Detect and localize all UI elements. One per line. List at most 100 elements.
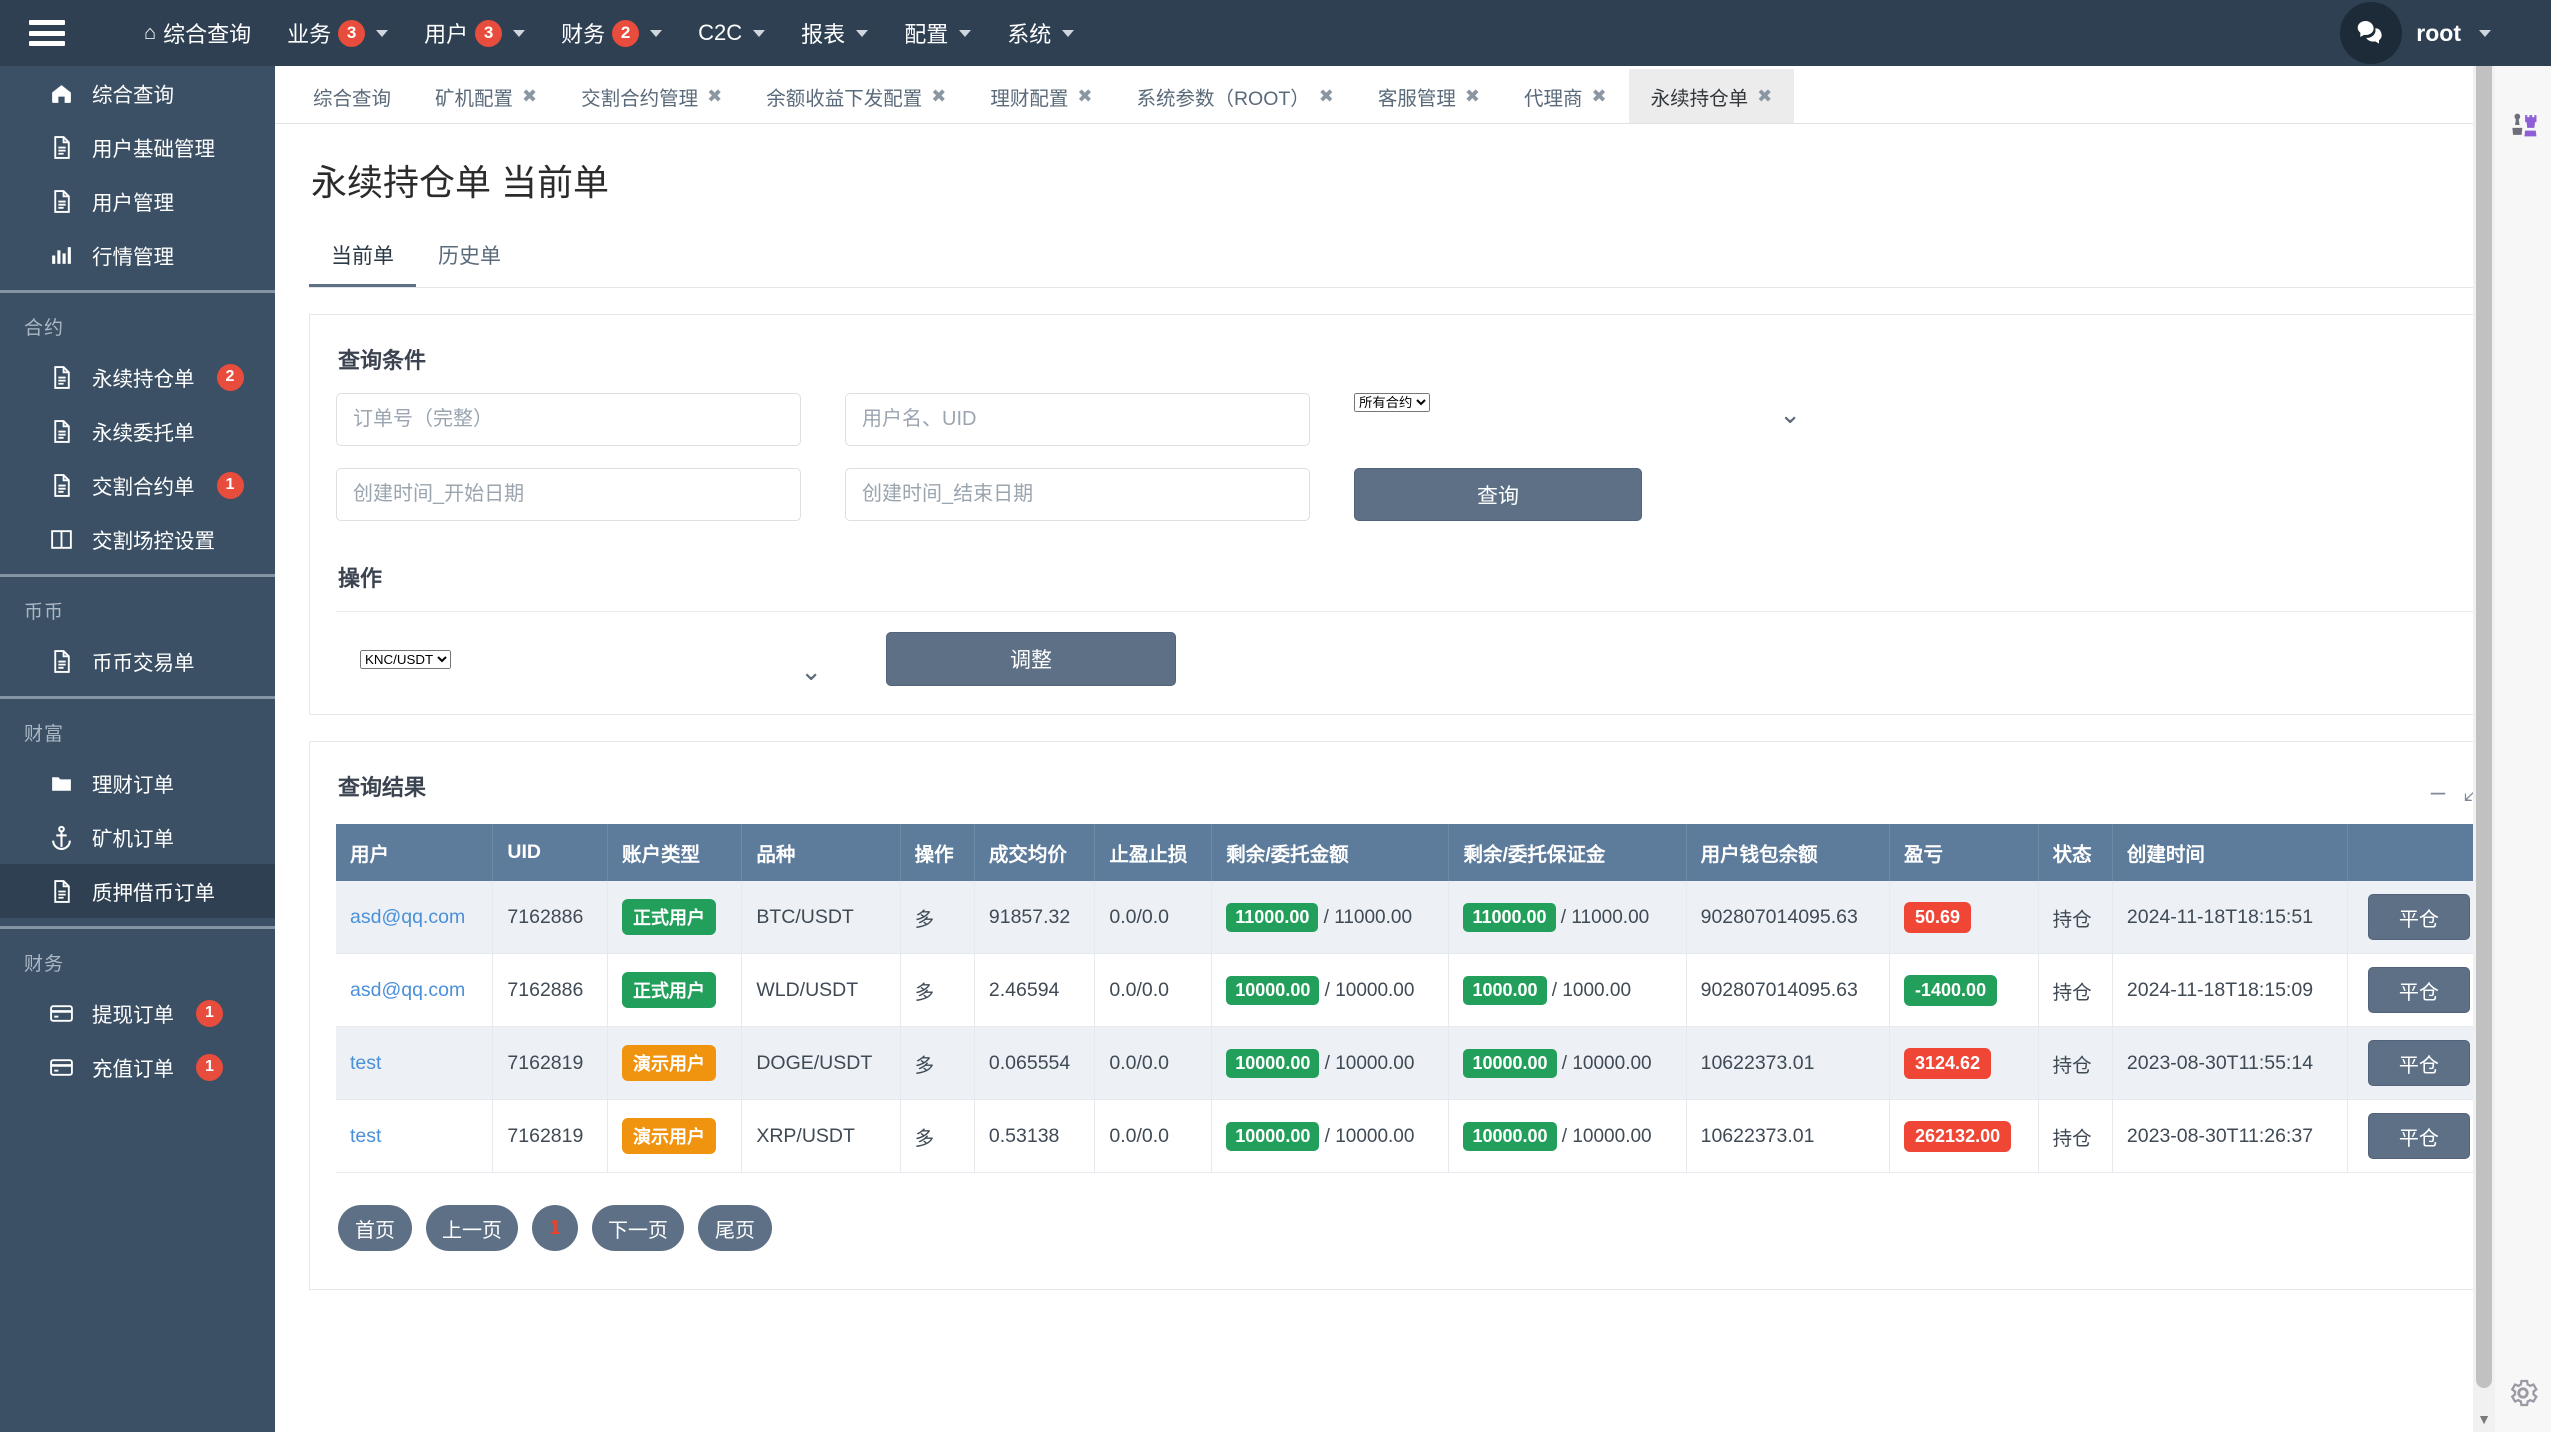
home-icon [48,79,74,107]
subtab-history-orders[interactable]: 历史单 [416,240,523,287]
user-input[interactable] [845,393,1310,446]
close-position-button[interactable]: 平仓 [2367,1113,2470,1159]
close-icon[interactable]: ✖ [522,86,537,107]
nav-item-system[interactable]: 系统 [989,0,1092,66]
col-action [2347,824,2490,881]
close-icon[interactable]: ✖ [1319,86,1334,107]
nav-item-configuration[interactable]: 配置 [886,0,989,66]
col-amount: 剩余/委托金额 [1211,824,1450,881]
tab-perpetual-positions[interactable]: 永续持仓单 ✖ [1628,69,1795,123]
nav-item-finance[interactable]: 财务 2 [543,0,680,66]
adjust-button[interactable]: 调整 [886,632,1176,686]
sidebar-item-withdraw-orders[interactable]: 提现订单 1 [0,986,275,1040]
sidebar-group-general: 综合查询 用户基础管理 用户管理 行情管理 [0,66,275,293]
chevron-down-icon [753,29,766,37]
user-link[interactable]: asd@qq.com [350,979,465,1001]
close-icon[interactable]: ✖ [931,86,946,107]
vertical-scrollbar[interactable]: ▲ ▼ [2473,0,2495,1432]
gear-icon[interactable] [2506,1376,2540,1410]
user-link[interactable]: test [350,1052,381,1074]
close-icon[interactable]: ✖ [1592,86,1607,107]
nav-label: 配置 [904,22,949,47]
sidebar-item-user-management[interactable]: 用户管理 [0,174,275,228]
sidebar-item-label: 矿机订单 [92,828,174,851]
start-date-input[interactable] [336,468,801,521]
tab-system-parameters-root[interactable]: 系统参数（ROOT） ✖ [1114,69,1355,123]
pagination-current-page[interactable]: 1 [532,1205,578,1251]
nav-item-reports[interactable]: 报表 [783,0,886,66]
sidebar-item-perpetual-positions[interactable]: 永续持仓单 2 [0,350,275,404]
col-user: 用户 [336,824,494,881]
symbol-select[interactable]: KNC/USDT [360,649,451,669]
sidebar-item-perpetual-orders[interactable]: 永续委托单 [0,404,275,458]
close-icon[interactable]: ✖ [707,86,722,107]
sidebar-item-delivery-control-settings[interactable]: 交割场控设置 [0,512,275,566]
sidebar-item-user-base-management[interactable]: 用户基础管理 [0,120,275,174]
tab-agent[interactable]: 代理商 ✖ [1502,69,1629,123]
sidebar-item-wealth-orders[interactable]: 理财订单 [0,756,275,810]
direction-cell: 多 [900,1026,975,1100]
end-date-input[interactable] [845,468,1310,521]
user-link[interactable]: asd@qq.com [350,906,465,928]
sidebar-group-title: 财富 [24,724,65,745]
close-position-button[interactable]: 平仓 [2367,894,2470,940]
uid-cell: 7162819 [492,1099,608,1173]
tab-balance-income-distribution-config[interactable]: 余额收益下发配置 ✖ [744,69,968,123]
tab-wealth-config[interactable]: 理财配置 ✖ [968,69,1114,123]
nav-item-business[interactable]: 业务 3 [269,0,406,66]
nav-label: 综合查询 [163,22,252,47]
search-button[interactable]: 查询 [1354,468,1642,521]
contract-select[interactable]: 所有合约 [1354,393,1430,412]
top-nav-items: ⌂ 综合查询 业务 3 用户 3 财务 2 C2C 报表 配置 系统 [94,0,1092,66]
nav-item-comprehensive-query[interactable]: ⌂ 综合查询 [126,0,269,66]
amount-chip: 10000.00 [1226,1048,1320,1078]
nav-item-c2c[interactable]: C2C [680,0,783,66]
user-link[interactable]: test [350,1125,381,1147]
close-icon[interactable]: ✖ [1757,86,1772,107]
operation-title: 操作 [338,566,383,591]
close-icon[interactable]: ✖ [1077,86,1092,107]
sidebar-item-market-management[interactable]: 行情管理 [0,228,275,282]
minimize-icon[interactable]: – [2431,778,2445,804]
positions-table-body: asd@qq.com 7162886 正式用户 BTC/USDT 多 91857… [336,881,2490,1173]
sidebar-item-comprehensive-query[interactable]: 综合查询 [0,66,275,120]
sidebar-item-badge: 1 [196,1053,223,1081]
uid-cell: 7162819 [492,1026,608,1100]
chess-pieces-icon[interactable] [2506,108,2540,142]
close-position-button[interactable]: 平仓 [2367,1040,2470,1086]
sidebar-item-badge: 1 [216,471,244,499]
chat-button[interactable] [2340,2,2403,64]
tab-customer-service-management[interactable]: 客服管理 ✖ [1356,69,1502,123]
sidebar-item-delivery-contract-orders[interactable]: 交割合约单 1 [0,458,275,512]
status-cell: 持仓 [2038,1026,2113,1100]
user-menu-button[interactable]: root [2416,20,2461,47]
scrollbar-thumb[interactable] [2476,28,2492,1388]
pagination-next[interactable]: 下一页 [592,1205,684,1251]
symbol-cell: WLD/USDT [741,953,901,1027]
chevron-down-icon [376,29,389,37]
sidebar-item-badge: 2 [216,363,244,391]
sidebar-item-spot-trade-orders[interactable]: 币币交易单 [0,634,275,688]
order-no-input[interactable] [336,393,801,446]
sidebar-item-miner-orders[interactable]: 矿机订单 [0,810,275,864]
subtab-current-orders[interactable]: 当前单 [309,240,416,287]
hamburger-menu-button[interactable] [0,0,94,66]
amount-total: 10000.00 [1335,1125,1415,1147]
sidebar-item-pledge-loan-orders[interactable]: 质押借币订单 [0,864,275,918]
sidebar-item-deposit-orders[interactable]: 充值订单 1 [0,1040,275,1094]
scroll-down-arrow-icon[interactable]: ▼ [2473,1408,2495,1430]
pagination-first[interactable]: 首页 [338,1205,412,1251]
tab-miner-config[interactable]: 矿机配置 ✖ [413,69,559,123]
nav-label: C2C [698,20,743,45]
query-result-header: 查询结果 – ⤢ [336,762,2490,820]
pagination-last[interactable]: 尾页 [698,1205,772,1251]
tab-comprehensive-query[interactable]: 综合查询 [291,69,413,123]
avg-price-cell: 0.065554 [974,1026,1096,1100]
nav-item-users[interactable]: 用户 3 [406,0,543,66]
close-icon[interactable]: ✖ [1465,86,1480,107]
amount-chip: 11000.00 [1226,902,1319,932]
sidebar-item-label: 用户基础管理 [92,138,215,161]
tab-delivery-contract-management[interactable]: 交割合约管理 ✖ [559,69,744,123]
close-position-button[interactable]: 平仓 [2367,967,2470,1013]
pagination-prev[interactable]: 上一页 [426,1205,518,1251]
